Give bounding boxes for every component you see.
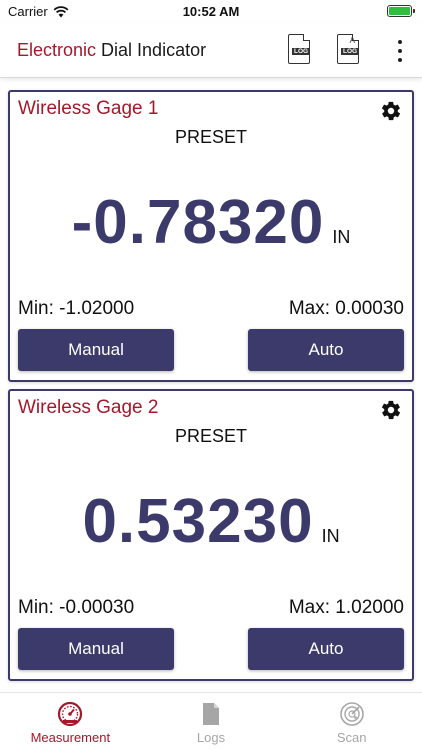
min-value: Min: -1.02000 xyxy=(18,298,135,319)
manual-button[interactable]: Manual xyxy=(18,329,174,371)
battery-icon xyxy=(387,5,415,17)
speedometer-icon xyxy=(56,701,84,727)
tab-scan[interactable]: Scan xyxy=(281,693,422,750)
app-bar: Electronic Dial Indicator LOG A LOG xyxy=(0,24,422,78)
gage-name: Wireless Gage 2 xyxy=(18,397,159,418)
max-value: Max: 0.00030 xyxy=(288,298,404,319)
tab-label: Logs xyxy=(196,730,226,745)
tab-label: Measurement xyxy=(30,730,111,745)
clock: 10:52 AM xyxy=(182,4,240,19)
tab-logs[interactable]: Logs xyxy=(141,693,282,750)
log-document-icon: LOG xyxy=(288,34,311,64)
radar-icon xyxy=(338,701,366,727)
gage-card: Wireless Gage 1 PRESET -0.78320 IN Min: -… xyxy=(8,90,414,382)
min-value: Min: -0.00030 xyxy=(18,597,135,618)
more-options-icon[interactable] xyxy=(396,40,404,62)
auto-log-document-icon: A LOG xyxy=(337,34,360,64)
reading-unit: IN xyxy=(332,227,351,247)
title-rest: Dial Indicator xyxy=(96,40,207,60)
gear-icon[interactable] xyxy=(380,399,402,421)
gage-card: Wireless Gage 2 PRESET 0.53230 IN Min: -0… xyxy=(8,389,414,681)
bottom-tab-bar: Measurement Logs Scan xyxy=(0,692,422,750)
reading-value: 0.53230 xyxy=(82,487,314,556)
log-button[interactable]: LOG xyxy=(288,34,314,68)
reading-display: 0.53230 IN xyxy=(10,486,412,557)
tab-measurement[interactable]: Measurement xyxy=(0,693,141,750)
reading-value: -0.78320 xyxy=(71,188,325,257)
reading-display: -0.78320 IN xyxy=(10,187,412,258)
max-value: Max: 1.02000 xyxy=(288,597,404,618)
gage-name: Wireless Gage 1 xyxy=(18,98,159,119)
title-accent: Electronic xyxy=(17,40,97,60)
auto-log-button[interactable]: A LOG xyxy=(337,34,363,68)
mode-label: PRESET xyxy=(174,127,248,147)
reading-unit: IN xyxy=(321,526,340,546)
auto-button[interactable]: Auto xyxy=(248,628,404,670)
status-bar: Carrier 10:52 AM xyxy=(0,0,422,24)
document-icon xyxy=(197,701,225,727)
tab-label: Scan xyxy=(336,730,367,745)
gear-icon[interactable] xyxy=(380,100,402,122)
manual-button[interactable]: Manual xyxy=(18,628,174,670)
auto-button[interactable]: Auto xyxy=(248,329,404,371)
mode-label: PRESET xyxy=(174,426,248,446)
page-title: Electronic Dial Indicator xyxy=(17,40,206,61)
